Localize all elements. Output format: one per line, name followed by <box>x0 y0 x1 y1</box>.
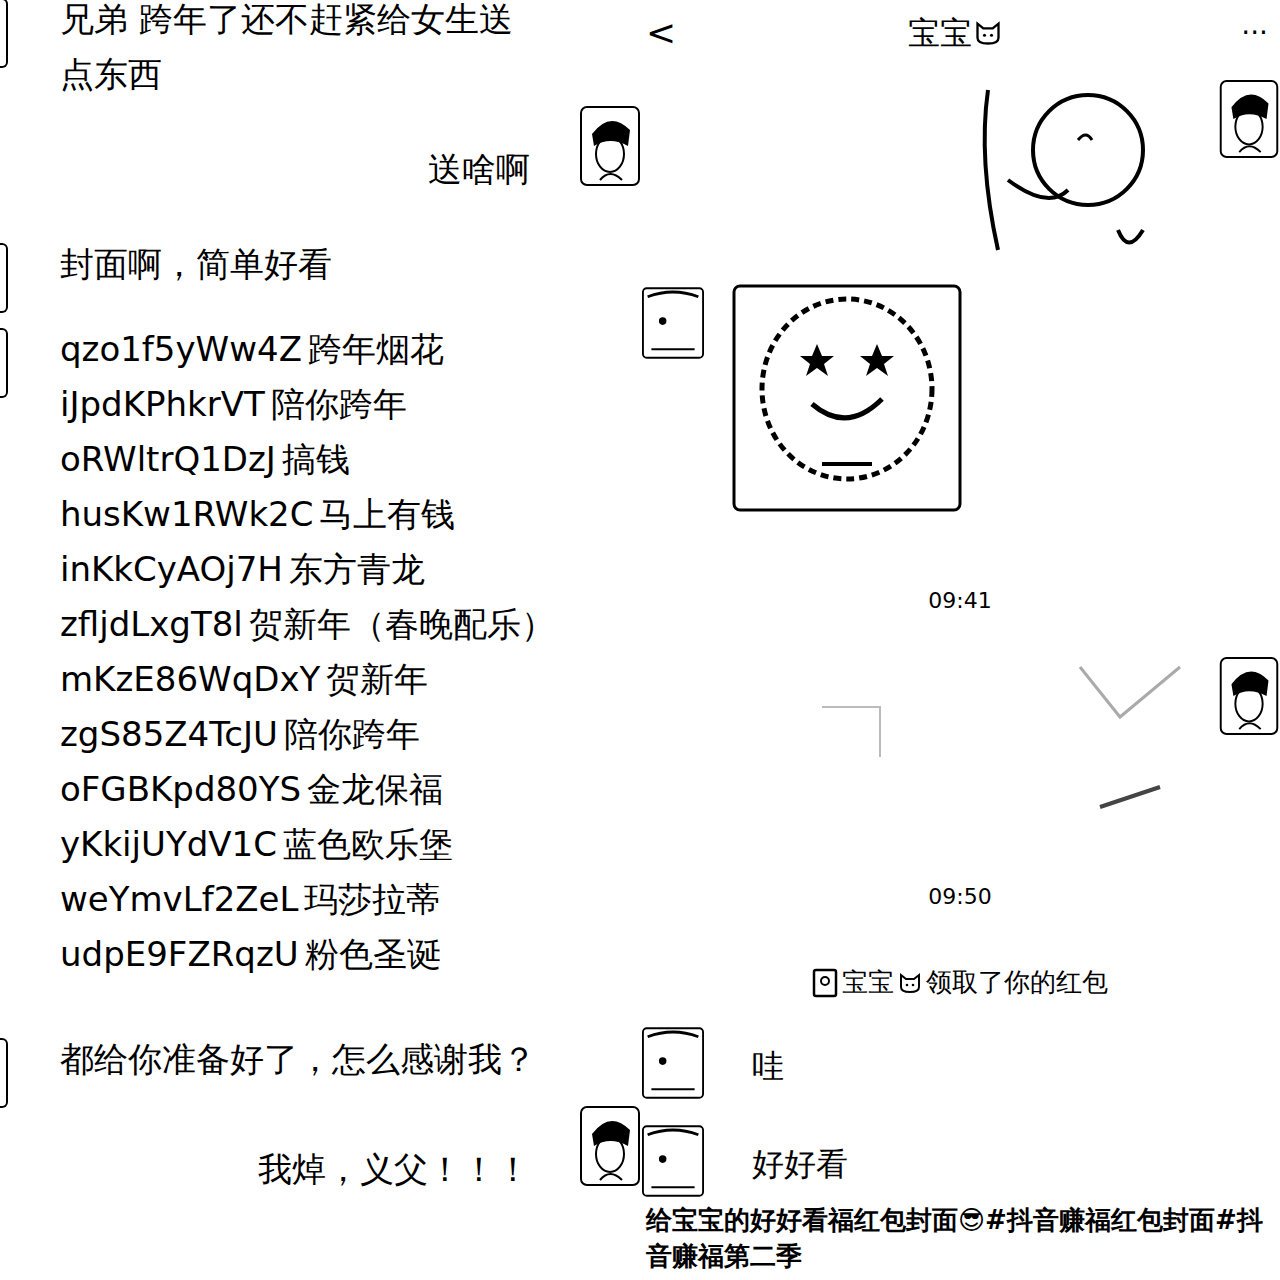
system-notice: 宝宝领取了你的红包 <box>640 963 1280 1002</box>
message-text: 兄弟 跨年了还不赶紧给女生送点东西 <box>60 0 513 102</box>
time-stamp: 09:41 <box>640 584 1280 617</box>
code-row: husKw1RWk2C马上有钱 <box>60 487 555 542</box>
wechat-screen: <宝宝···09:4109:50宝宝领取了你的红包哇好好看给宝宝的好好看福红包封… <box>640 0 1280 1280</box>
code-row: oFGBKpd80YS金龙保福 <box>60 762 555 817</box>
time-stamp: 09:50 <box>640 880 1280 913</box>
chat-message <box>640 284 1280 512</box>
bubble-edge <box>0 328 8 398</box>
message-text: 送啥啊 <box>428 142 530 197</box>
message-text: 哇 <box>752 1042 784 1090</box>
sticker-icon <box>732 284 962 512</box>
code-row: iJpdKPhkrVT陪你跨年 <box>60 377 555 432</box>
system-text: 领取了你的红包 <box>926 963 1108 1002</box>
cover-label: 金龙保福 <box>307 762 443 817</box>
message-text: 我焯，义父！！！ <box>258 1142 530 1197</box>
cover-label: 搞钱 <box>282 432 350 487</box>
code-row: qzo1f5yWw4Z跨年烟花 <box>60 322 555 377</box>
cover-label: 贺新年（春晚配乐） <box>249 597 555 652</box>
cover-code[interactable]: husKw1RWk2C <box>60 487 313 542</box>
chat-message <box>640 80 1280 260</box>
cover-code[interactable]: iJpdKPhkrVT <box>60 377 265 432</box>
chat-message: 我焯，义父！！！ <box>0 1142 640 1197</box>
avatar-icon <box>642 1122 704 1200</box>
cover-code[interactable]: oFGBKpd80YS <box>60 762 301 817</box>
cover-code[interactable]: zfljdLxgT8l <box>60 597 243 652</box>
code-row: yKkijUYdV1C蓝色欧乐堡 <box>60 817 555 872</box>
chat-message: 好好看 <box>640 1122 1280 1200</box>
instruction-chat: 兄弟 跨年了还不赶紧给女生送点东西送啥啊封面啊，简单好看 qzo1f5yWw4Z跨… <box>0 0 640 1280</box>
cover-label: 粉色圣诞 <box>305 927 441 982</box>
message-line: 封面啊，简单好看 <box>60 237 332 292</box>
message-line: 送啥啊 <box>428 142 530 197</box>
cover-code[interactable]: zgS85Z4TcJU <box>60 707 278 762</box>
code-row: zfljdLxgT8l贺新年（春晚配乐） <box>60 597 555 652</box>
cover-code[interactable]: mKzE86WqDxY <box>60 652 320 707</box>
menu-button[interactable]: ··· <box>1226 12 1276 54</box>
avatar-icon <box>1218 80 1280 158</box>
header-bar: < 宝宝 ··· <box>640 0 1280 66</box>
chat-message: qzo1f5yWw4Z跨年烟花iJpdKPhkrVT陪你跨年oRWltrQ1Dz… <box>0 322 640 982</box>
code-row: mKzE86WqDxY贺新年 <box>60 652 555 707</box>
code-row: weYmvLf2ZeL玛莎拉蒂 <box>60 872 555 927</box>
avatar-icon <box>580 1102 640 1190</box>
red-packet-card[interactable] <box>820 657 1200 832</box>
cover-label: 蓝色欧乐堡 <box>283 817 453 872</box>
chat-message: 送啥啊 <box>0 142 640 197</box>
message-line: 兄弟 跨年了还不赶紧给女生送 <box>60 0 513 47</box>
cover-label: 东方青龙 <box>289 542 425 597</box>
message-text: 好好看 <box>752 1140 848 1188</box>
chat-message <box>640 657 1280 832</box>
message-line: 我焯，义父！！！ <box>258 1142 530 1197</box>
avatar-icon <box>1218 657 1280 735</box>
contact-name: 宝宝 <box>908 9 972 57</box>
code-row: udpE9FZRqzU粉色圣诞 <box>60 927 555 982</box>
cover-code[interactable]: oRWltrQ1DzJ <box>60 432 276 487</box>
time-text: 09:41 <box>928 584 991 617</box>
code-list: qzo1f5yWw4Z跨年烟花iJpdKPhkrVT陪你跨年oRWltrQ1Dz… <box>60 322 555 982</box>
code-row: zgS85Z4TcJU陪你跨年 <box>60 707 555 762</box>
system-name: 宝宝 <box>842 963 894 1002</box>
avatar-icon <box>580 102 640 190</box>
message-text: 都给你准备好了，怎么感谢我？ <box>60 1032 536 1087</box>
chat-message: 都给你准备好了，怎么感谢我？ <box>0 1032 640 1087</box>
chat-title: 宝宝 <box>684 9 1226 57</box>
cover-code[interactable]: yKkijUYdV1C <box>60 817 277 872</box>
bubble-edge <box>0 0 8 68</box>
red-packet-icon <box>812 968 838 998</box>
chat-message: 哇 <box>640 1024 1280 1102</box>
cat-icon <box>974 19 1002 47</box>
sticker-icon <box>968 80 1168 260</box>
bubble-edge <box>0 243 8 313</box>
cover-code[interactable]: inKkCyAOj7H <box>60 542 283 597</box>
code-row: inKkCyAOj7H东方青龙 <box>60 542 555 597</box>
cover-code[interactable]: udpE9FZRqzU <box>60 927 299 982</box>
bubble-edge <box>0 1038 8 1108</box>
video-caption: 给宝宝的好好看福红包封面😎#抖音赚福红包封面#抖音赚福第二季 <box>640 1202 1280 1274</box>
time-text: 09:50 <box>928 880 991 913</box>
cover-code[interactable]: weYmvLf2ZeL <box>60 872 298 927</box>
message-line: 都给你准备好了，怎么感谢我？ <box>60 1032 536 1087</box>
cat-icon <box>898 971 922 995</box>
chat-message: 兄弟 跨年了还不赶紧给女生送点东西 <box>0 0 640 102</box>
message-line: 点东西 <box>60 47 513 102</box>
cover-label: 贺新年 <box>326 652 428 707</box>
back-button[interactable]: < <box>644 6 684 60</box>
avatar-icon <box>642 1024 704 1102</box>
avatar-icon <box>642 284 704 362</box>
cover-label: 玛莎拉蒂 <box>304 872 440 927</box>
cover-code[interactable]: qzo1f5yWw4Z <box>60 322 302 377</box>
cover-label: 陪你跨年 <box>271 377 407 432</box>
message-text: 封面啊，简单好看 <box>60 237 332 292</box>
cover-label: 马上有钱 <box>319 487 455 542</box>
cover-label: 跨年烟花 <box>308 322 444 377</box>
code-row: oRWltrQ1DzJ搞钱 <box>60 432 555 487</box>
cover-label: 陪你跨年 <box>284 707 420 762</box>
chat-message: 封面啊，简单好看 <box>0 237 640 292</box>
